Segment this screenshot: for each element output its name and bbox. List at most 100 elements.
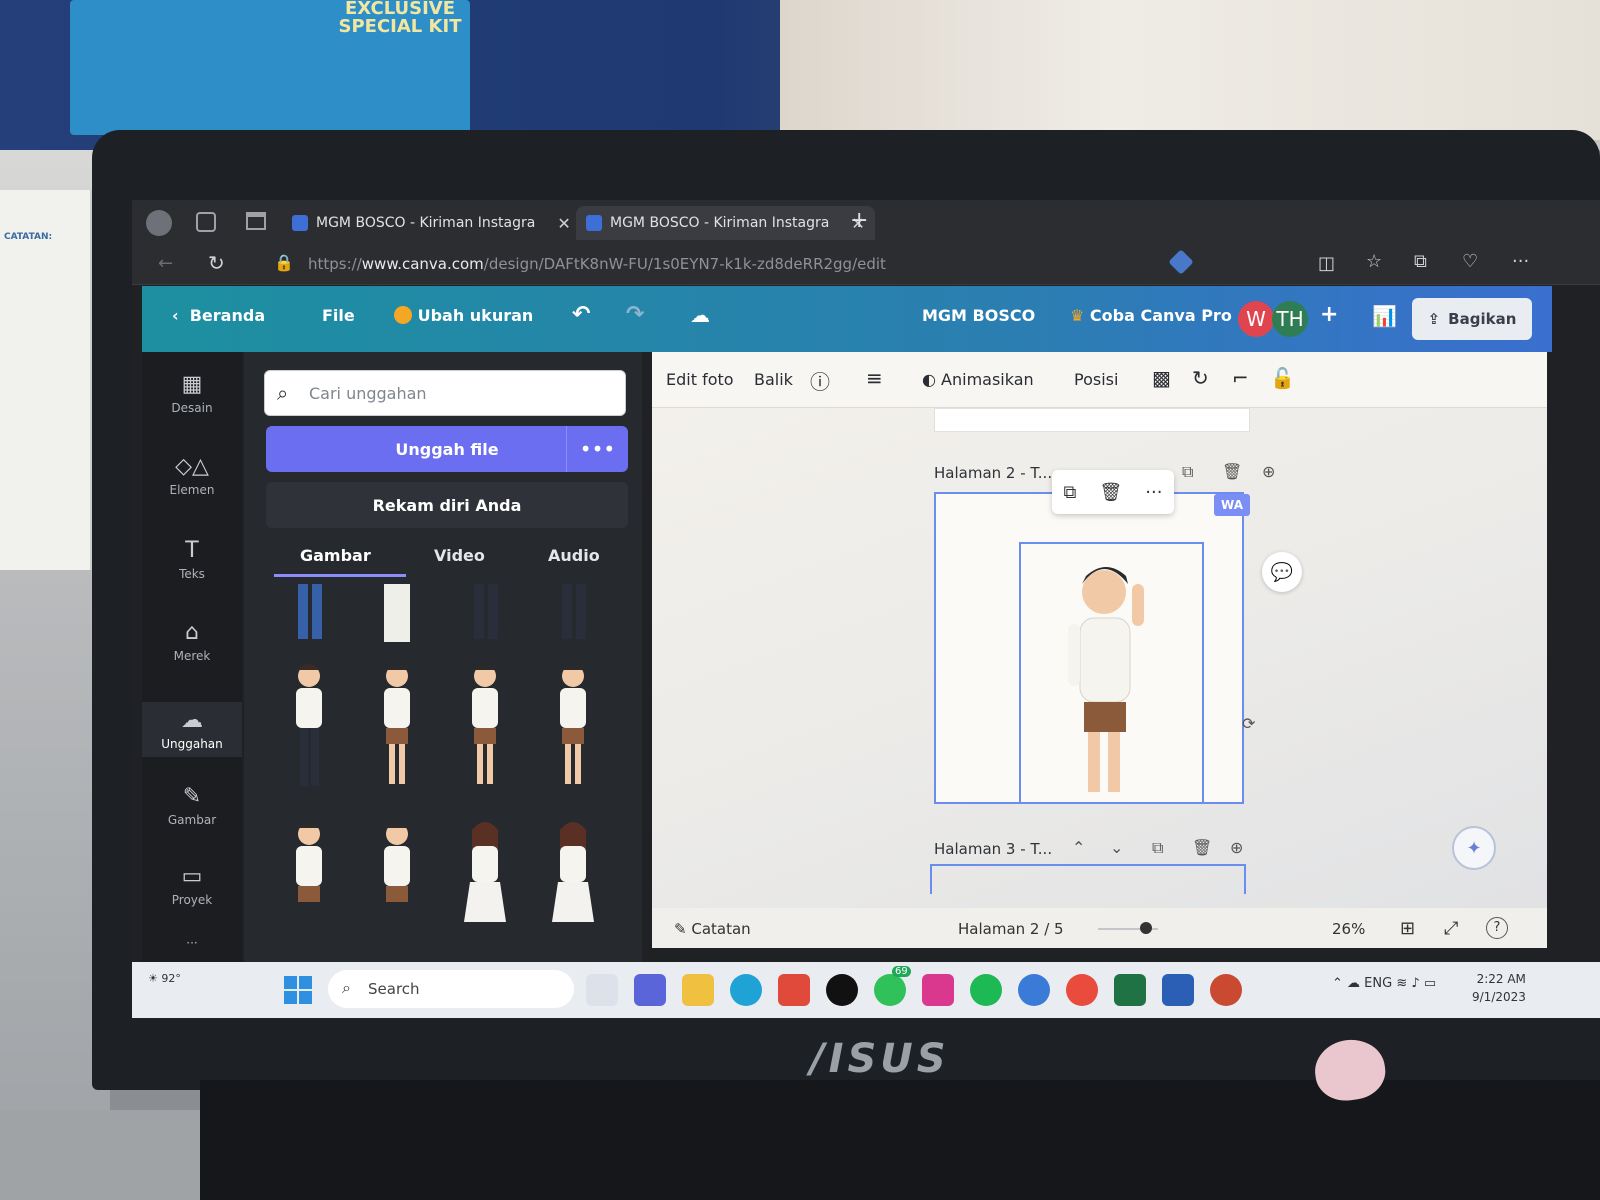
copy-icon[interactable]: ⧉ (1064, 482, 1077, 503)
tab-actions-icon[interactable] (246, 212, 266, 230)
menu-lines-icon[interactable]: ≡ (866, 366, 883, 390)
menu-dots-icon[interactable]: ··· (1512, 251, 1529, 272)
browser-tab-2[interactable]: MGM BOSCO - Kiriman Instagra ✕ (576, 206, 875, 240)
delete-icon[interactable]: 🗑 (1099, 482, 1122, 503)
cloud-saved-icon[interactable]: ☁ (690, 303, 710, 327)
page-2-title[interactable]: Halaman 2 - T... (934, 464, 1052, 482)
animate-button[interactable]: ◐ Animasikan (922, 370, 1034, 389)
zoom-slider-thumb[interactable] (1140, 922, 1152, 934)
duplicate-page-icon[interactable]: ⧉ (1152, 838, 1163, 858)
lock-icon[interactable]: 🔓 (1270, 366, 1295, 390)
paint-format-icon[interactable]: ⌐ (1232, 366, 1249, 390)
file-explorer-icon[interactable] (682, 974, 714, 1006)
globe-icon[interactable] (1018, 974, 1050, 1006)
page-indicator[interactable]: Halaman 2 / 5 (958, 920, 1064, 938)
upload-thumbnail[interactable] (274, 816, 344, 956)
rotate-icon[interactable]: ↻ (1192, 366, 1209, 390)
spotify-icon[interactable] (970, 974, 1002, 1006)
rail-item-text[interactable]: T Teks (142, 538, 242, 581)
tag-icon[interactable] (1168, 249, 1194, 275)
split-screen-icon[interactable]: ◫ (1318, 253, 1335, 274)
try-pro-button[interactable]: ♛ Coba Canva Pro (1070, 306, 1232, 325)
more-icon[interactable]: ··· (1145, 482, 1162, 503)
browser-tab-1[interactable]: MGM BOSCO - Kiriman Instagra ✕ (292, 206, 571, 240)
close-icon[interactable]: ✕ (557, 214, 570, 233)
rail-item-elements[interactable]: ◇△ Elemen (142, 454, 242, 497)
teams-icon[interactable] (634, 974, 666, 1006)
upload-thumbnail[interactable] (450, 658, 520, 798)
page-1-bottom[interactable] (934, 408, 1250, 432)
language-indicator[interactable]: ENG (1364, 976, 1392, 991)
project-title[interactable]: MGM BOSCO (922, 306, 1035, 325)
chevron-up-icon[interactable]: ⌃ (1332, 976, 1347, 991)
insights-icon[interactable]: 📊 (1372, 304, 1397, 328)
rail-item-projects[interactable]: ▭ Proyek (142, 864, 242, 907)
fullscreen-icon[interactable]: ⤢ (1444, 918, 1458, 939)
page-2[interactable] (934, 492, 1244, 804)
back-arrow-icon[interactable]: ← (158, 253, 173, 274)
upload-thumbnail[interactable] (538, 584, 608, 644)
delete-page-icon[interactable]: 🗑 (1192, 838, 1212, 857)
excel-icon[interactable] (1114, 974, 1146, 1006)
share-button[interactable]: ⇪ Bagikan (1412, 298, 1532, 340)
selection-box[interactable] (1019, 542, 1204, 804)
upload-more-button[interactable]: ••• (566, 426, 628, 472)
rotate-handle-icon[interactable]: ⟳ (1242, 714, 1255, 733)
redo-icon[interactable]: ↷ (626, 302, 644, 327)
taskbar-search[interactable]: ⌕ Search (328, 970, 574, 1008)
word-icon[interactable] (1162, 974, 1194, 1006)
volume-icon[interactable]: ♪ (1411, 976, 1419, 991)
weather-widget[interactable]: ☀ 92° (148, 972, 181, 985)
url-field[interactable]: https://www.canva.com/design/DAFtK8nW-FU… (308, 255, 886, 273)
instagram-icon[interactable] (922, 974, 954, 1006)
back-to-home-button[interactable]: ‹ Beranda (172, 306, 265, 325)
workspaces-icon[interactable] (196, 212, 216, 232)
upload-thumbnail[interactable] (450, 816, 520, 956)
comment-icon[interactable]: 💬 (1262, 552, 1302, 592)
battery-icon[interactable]: ▭ (1424, 976, 1436, 991)
add-member-button[interactable]: + (1320, 302, 1338, 327)
new-tab-button[interactable]: + (850, 208, 868, 233)
upload-thumbnail[interactable] (274, 584, 344, 644)
avatar[interactable]: W (1238, 301, 1274, 337)
grid-view-icon[interactable]: ⊞ (1400, 918, 1415, 939)
rail-item-uploads[interactable]: ☁ Unggahan (142, 702, 242, 757)
record-yourself-button[interactable]: Rekam diri Anda (266, 482, 628, 528)
upload-thumbnail[interactable] (274, 658, 344, 798)
heart-icon[interactable]: ♡ (1462, 251, 1478, 272)
file-menu-button[interactable]: File (322, 306, 355, 325)
refresh-icon[interactable]: ↻ (208, 251, 225, 275)
tab-audio[interactable]: Audio (548, 546, 600, 565)
upload-thumbnail[interactable] (362, 584, 432, 644)
flip-button[interactable]: Balik (754, 370, 793, 389)
tab-videos[interactable]: Video (434, 546, 485, 565)
wifi-icon[interactable]: ≋ (1396, 976, 1407, 991)
onedrive-icon[interactable]: ☁ (1347, 976, 1364, 991)
upload-thumbnail[interactable] (450, 584, 520, 644)
clock[interactable]: 2:22 AM 9/1/2023 (1472, 970, 1526, 1006)
rail-item-draw[interactable]: ✎ Gambar (142, 784, 242, 827)
windows-start-icon[interactable] (284, 976, 312, 1004)
undo-icon[interactable]: ↶ (572, 302, 590, 327)
add-page-icon[interactable]: ⊕ (1262, 462, 1275, 481)
tab-images[interactable]: Gambar (300, 546, 371, 565)
page-3[interactable] (930, 864, 1246, 894)
delete-page-icon[interactable]: 🗑 (1222, 462, 1242, 481)
help-button[interactable]: ? (1486, 917, 1508, 939)
page-3-title[interactable]: Halaman 3 - T... (934, 840, 1052, 858)
edit-photo-button[interactable]: Edit foto (666, 370, 734, 389)
edge-icon[interactable] (730, 974, 762, 1006)
position-button[interactable]: Posisi (1074, 370, 1118, 389)
mcafee-icon[interactable] (778, 974, 810, 1006)
task-view-icon[interactable] (586, 974, 618, 1006)
search-input[interactable]: ⌕ Cari unggahan (264, 370, 626, 416)
avatar[interactable]: TH (1272, 301, 1308, 337)
powerpoint-icon[interactable] (1210, 974, 1242, 1006)
upload-thumbnail[interactable] (538, 816, 608, 956)
info-icon[interactable]: ⓘ (810, 366, 830, 395)
rail-item-brand[interactable]: ⌂ Merek (142, 620, 242, 663)
upload-thumbnail[interactable] (538, 658, 608, 798)
magic-icon[interactable]: ✦ (1452, 826, 1496, 870)
profile-icon[interactable] (146, 210, 172, 236)
chevron-up-icon[interactable]: ⌃ (1072, 838, 1085, 857)
